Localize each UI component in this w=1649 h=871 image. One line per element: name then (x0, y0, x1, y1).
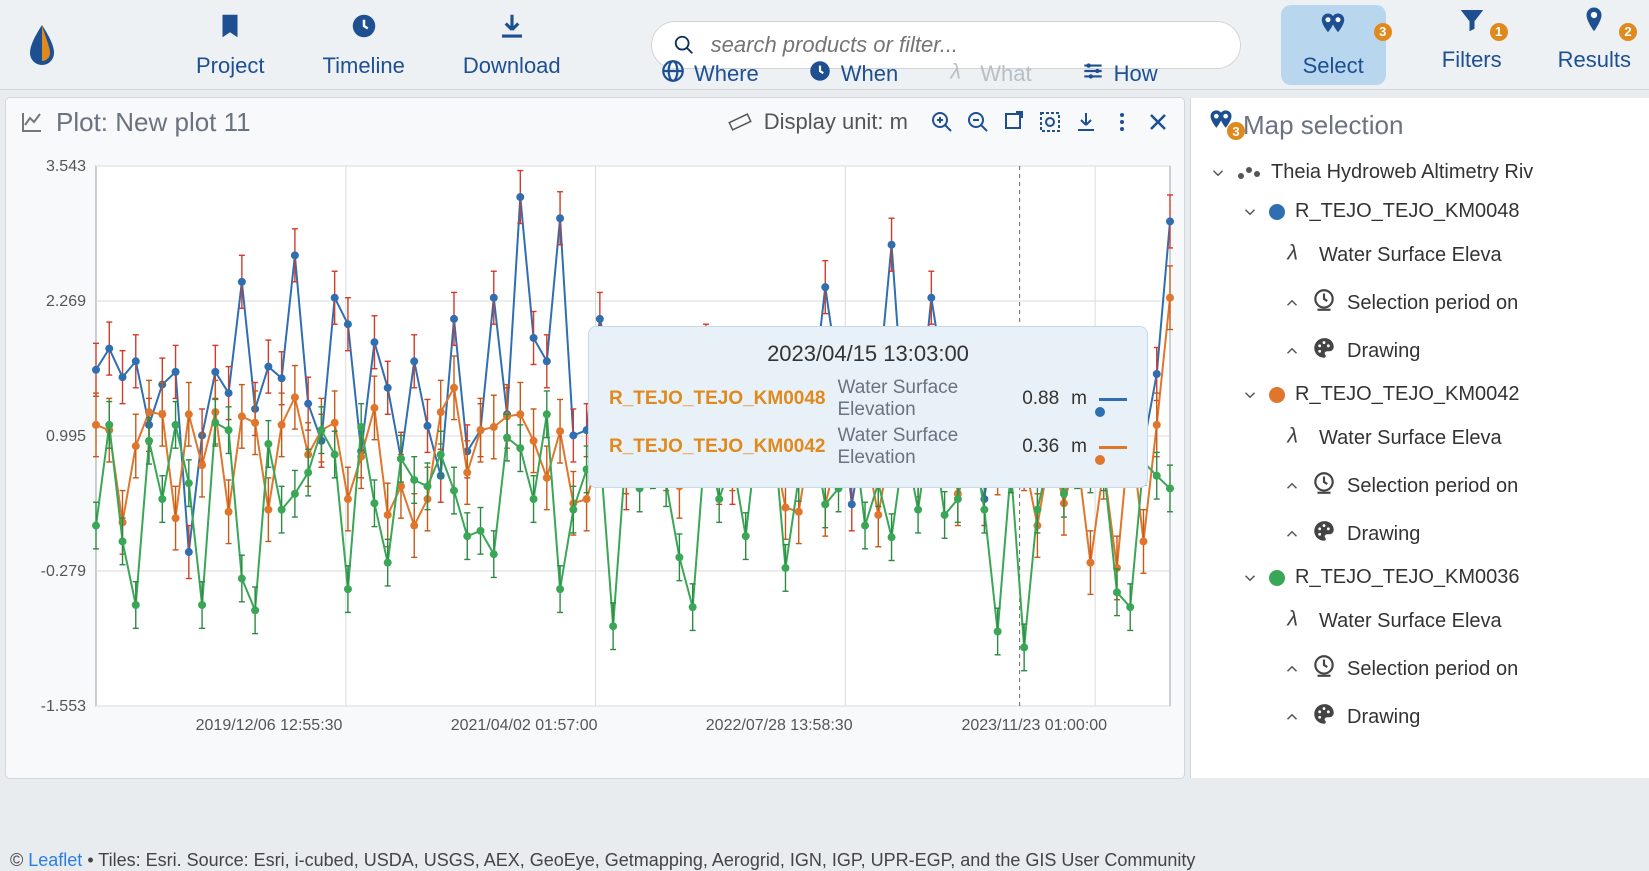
plot-title: Plot: New plot 11 (56, 107, 251, 138)
zoom-in-icon[interactable] (930, 110, 954, 134)
tooltip-time: 2023/04/15 13:03:00 (609, 341, 1127, 367)
search-input[interactable] (709, 31, 1219, 59)
lambda-icon: λ (946, 58, 972, 90)
svg-text:λ: λ (1286, 606, 1298, 631)
tree-group[interactable]: Theia Hydroweb Altimetry Riv (1191, 153, 1649, 192)
app-logo (18, 21, 66, 69)
palette-icon (1311, 335, 1337, 367)
svg-text:λ: λ (950, 59, 962, 84)
nav-project[interactable]: Project (196, 11, 264, 79)
svg-text:2.269: 2.269 (46, 293, 86, 310)
scatter-icon (1237, 166, 1261, 180)
nav-select[interactable]: 3 Select (1281, 5, 1386, 85)
tree-period[interactable]: Selection period on (1191, 279, 1649, 327)
tab-what[interactable]: λ What (946, 58, 1031, 90)
clock-icon (1311, 653, 1337, 685)
palette-icon (1311, 701, 1337, 733)
close-icon[interactable] (1146, 110, 1170, 134)
funnel-icon (1457, 5, 1487, 41)
tree-period[interactable]: Selection period on (1191, 462, 1649, 510)
map-selection-panel: 3 Map selection Theia Hydroweb Altimetry… (1190, 98, 1649, 778)
pin-icon (1579, 5, 1609, 41)
more-icon[interactable] (1110, 110, 1134, 134)
series-color-dot (1269, 204, 1285, 220)
tree-period[interactable]: Selection period on (1191, 645, 1649, 693)
box-zoom-icon[interactable] (1038, 110, 1062, 134)
tab-where[interactable]: Where (660, 58, 759, 90)
tree-drawing[interactable]: Drawing (1191, 693, 1649, 741)
chart-icon (20, 110, 44, 134)
ruler-icon (728, 110, 752, 134)
tab-how[interactable]: How (1080, 58, 1158, 90)
tree-station[interactable]: R_TEJO_TEJO_KM0042 (1191, 375, 1649, 414)
badge: 2 (1619, 23, 1637, 41)
svg-text:3.543: 3.543 (46, 158, 86, 175)
sliders-icon (1080, 58, 1106, 90)
map-attribution: © Leaflet • Tiles: Esri. Source: Esri, i… (10, 850, 1195, 871)
lambda-icon: λ (1283, 605, 1309, 637)
tree-drawing[interactable]: Drawing (1191, 327, 1649, 375)
svg-text:-1.553: -1.553 (41, 698, 86, 715)
svg-text:2022/07/28 13:58:30: 2022/07/28 13:58:30 (706, 717, 853, 734)
svg-text:λ: λ (1286, 240, 1298, 265)
tooltip-row: R_TEJO_TEJO_KM0048 Water Surface Elevati… (609, 377, 1127, 421)
svg-text:-0.279: -0.279 (41, 563, 86, 580)
tab-when[interactable]: When (807, 58, 898, 90)
clock-icon (807, 58, 833, 90)
svg-text:2021/04/02 01:57:00: 2021/04/02 01:57:00 (451, 717, 598, 734)
svg-text:2019/12/06 12:55:30: 2019/12/06 12:55:30 (196, 717, 343, 734)
palette-icon (1311, 518, 1337, 550)
clock-icon (1311, 470, 1337, 502)
tree-variable[interactable]: λ Water Surface Eleva (1191, 231, 1649, 279)
tree-station[interactable]: R_TEJO_TEJO_KM0036 (1191, 558, 1649, 597)
plot-panel: Plot: New plot 11 Display unit: m -1.553… (6, 98, 1184, 778)
tooltip-row: R_TEJO_TEJO_KM0042 Water Surface Elevati… (609, 425, 1127, 469)
lambda-icon: λ (1283, 239, 1309, 271)
zoom-out-icon[interactable] (966, 110, 990, 134)
leaflet-link[interactable]: Leaflet (28, 850, 82, 870)
svg-text:0.995: 0.995 (46, 428, 86, 445)
nav-results[interactable]: 2 Results (1558, 5, 1631, 85)
tree-variable[interactable]: λ Water Surface Eleva (1191, 597, 1649, 645)
nav-filters[interactable]: 1 Filters (1442, 5, 1502, 85)
download-icon (497, 11, 527, 47)
series-color-dot (1269, 387, 1285, 403)
reset-zoom-icon[interactable] (1002, 110, 1026, 134)
bookmark-icon (215, 11, 245, 47)
clock-icon (349, 11, 379, 47)
selection-count-badge: 3 (1227, 122, 1245, 140)
lambda-icon: λ (1283, 422, 1309, 454)
series-color-dot (1269, 570, 1285, 586)
globe-icon (660, 58, 686, 90)
svg-text:2023/11/23 01:00:00: 2023/11/23 01:00:00 (961, 717, 1107, 734)
badge: 1 (1490, 23, 1508, 41)
tree-station[interactable]: R_TEJO_TEJO_KM0048 (1191, 192, 1649, 231)
tree-drawing[interactable]: Drawing (1191, 510, 1649, 558)
side-panel-title: Map selection (1243, 110, 1403, 141)
hover-tooltip: 2023/04/15 13:03:00 R_TEJO_TEJO_KM0048 W… (588, 326, 1148, 488)
display-unit-label: Display unit: m (764, 109, 908, 135)
tree-variable[interactable]: λ Water Surface Eleva (1191, 414, 1649, 462)
download-icon[interactable] (1074, 110, 1098, 134)
search-icon (673, 34, 695, 56)
badge: 3 (1374, 23, 1392, 41)
nav-download[interactable]: Download (463, 11, 561, 79)
pins-icon (1318, 11, 1348, 47)
clock-icon (1311, 287, 1337, 319)
svg-text:λ: λ (1286, 423, 1298, 448)
nav-timeline[interactable]: Timeline (322, 11, 404, 79)
